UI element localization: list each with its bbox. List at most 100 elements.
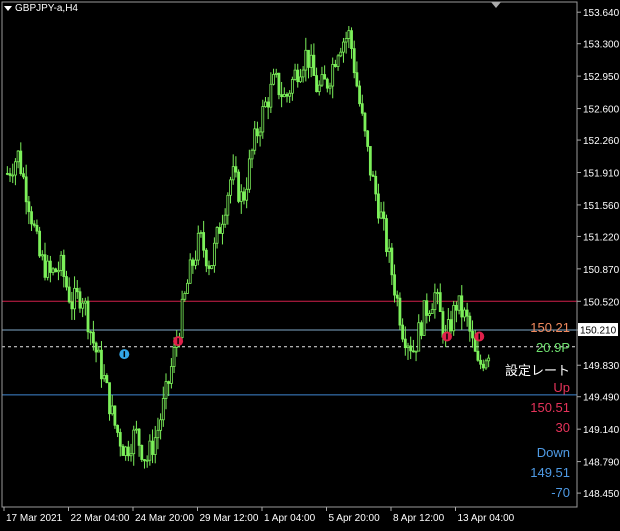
candle-body <box>463 309 466 318</box>
candle-body <box>452 304 456 332</box>
candle-body <box>242 191 246 201</box>
symbol-label[interactable]: GBPJPY-a,H4 <box>4 3 78 14</box>
candle-body <box>32 223 36 226</box>
candle-body <box>438 292 442 312</box>
symbol-text: GBPJPY-a,H4 <box>15 3 78 14</box>
candle-body <box>226 194 230 216</box>
candle-body <box>355 72 359 87</box>
candle-body <box>8 173 12 176</box>
candle-body <box>368 146 372 176</box>
candle-body <box>398 297 402 326</box>
candle-body <box>218 227 222 234</box>
candle-body <box>86 300 90 333</box>
candle-body <box>414 350 418 353</box>
indicator-up-price: 150.51 <box>530 400 570 415</box>
candle-body <box>153 437 157 455</box>
candle-body <box>14 161 17 176</box>
candle-body <box>167 381 171 384</box>
candle-body <box>363 112 367 132</box>
current-price-label: 150.210 <box>580 326 617 337</box>
price-chart[interactable]: 153.640 153.300 152.950 152.600 152.260 151.9… <box>0 0 620 531</box>
candle-body <box>374 175 378 195</box>
candle-body <box>124 446 128 456</box>
candle-body <box>366 130 370 147</box>
candle-body <box>207 265 211 269</box>
chart-shift-triangle-icon[interactable] <box>491 2 501 8</box>
candle-body <box>331 63 335 87</box>
candle-body <box>202 232 206 251</box>
indicator-down-label: Down <box>536 445 570 460</box>
candle-body <box>347 30 351 39</box>
candle-body <box>229 179 232 196</box>
candle-body <box>460 295 464 318</box>
x-tick-label: 24 Mar 20:00 <box>135 513 194 524</box>
candle-body <box>247 158 251 190</box>
candle-body <box>269 83 273 108</box>
candle-body <box>194 259 197 266</box>
candle-body <box>350 30 353 49</box>
candle-body <box>199 232 203 234</box>
candle-body <box>484 360 488 369</box>
candle-body <box>339 51 343 57</box>
candle-body <box>212 242 216 266</box>
candle-body <box>250 149 254 160</box>
candle-body <box>385 218 388 253</box>
y-tick-label: 150.870 <box>583 265 620 276</box>
candle-body <box>196 232 200 261</box>
candle-body <box>113 405 117 426</box>
candle-body <box>428 313 431 316</box>
y-tick-label: 148.790 <box>583 458 620 469</box>
candle-body <box>290 79 294 94</box>
plot-frame <box>1 1 578 508</box>
candle-body <box>487 357 491 362</box>
candle-body <box>406 345 410 349</box>
candle-body <box>387 247 391 253</box>
y-tick-label: 149.830 <box>583 361 620 372</box>
candle-body <box>239 191 243 202</box>
candle-body <box>237 171 240 202</box>
candle-body <box>129 453 133 457</box>
y-tick-label: 153.300 <box>583 40 620 51</box>
candle-body <box>210 265 214 269</box>
candle-body <box>481 363 485 369</box>
candle-body <box>245 188 249 201</box>
candle-body <box>296 69 300 83</box>
candle-body <box>180 298 184 339</box>
candle-body <box>91 331 95 344</box>
y-tick-label: 149.140 <box>583 425 620 436</box>
candle-body <box>94 342 98 353</box>
candle-body <box>145 459 149 462</box>
candle-body <box>333 63 337 67</box>
y-tick-label: 153.640 <box>583 8 620 19</box>
x-tick-label: 17 Mar 2021 <box>6 513 63 524</box>
candle-body <box>266 101 270 108</box>
candle-body <box>430 309 434 314</box>
indicator-up-pips: 30 <box>555 420 570 435</box>
candle-body <box>261 106 265 133</box>
candle-body <box>471 330 474 339</box>
candle-body <box>299 76 302 83</box>
y-tick-label: 149.490 <box>583 393 620 404</box>
candle-body <box>401 324 405 340</box>
candle-body <box>221 223 224 234</box>
candle-body <box>191 259 195 266</box>
y-tick-label: 151.910 <box>583 168 620 179</box>
candle-body <box>78 291 82 309</box>
candle-body <box>315 75 318 93</box>
candle-body <box>476 350 480 361</box>
candle-body <box>62 254 66 277</box>
dropdown-triangle-icon[interactable] <box>4 6 12 11</box>
candle-body <box>137 428 141 446</box>
candle-body <box>108 382 111 415</box>
candle-body <box>342 41 345 53</box>
candle-body <box>395 294 399 299</box>
candle-body <box>38 230 42 257</box>
y-tick-label: 151.220 <box>583 232 620 243</box>
candles <box>5 26 491 469</box>
candle-body <box>151 440 154 455</box>
candle-body <box>89 331 93 334</box>
candle-body <box>317 84 321 93</box>
candle-body <box>70 301 74 310</box>
candle-body <box>159 419 163 431</box>
y-tick-label: 152.950 <box>583 72 620 83</box>
